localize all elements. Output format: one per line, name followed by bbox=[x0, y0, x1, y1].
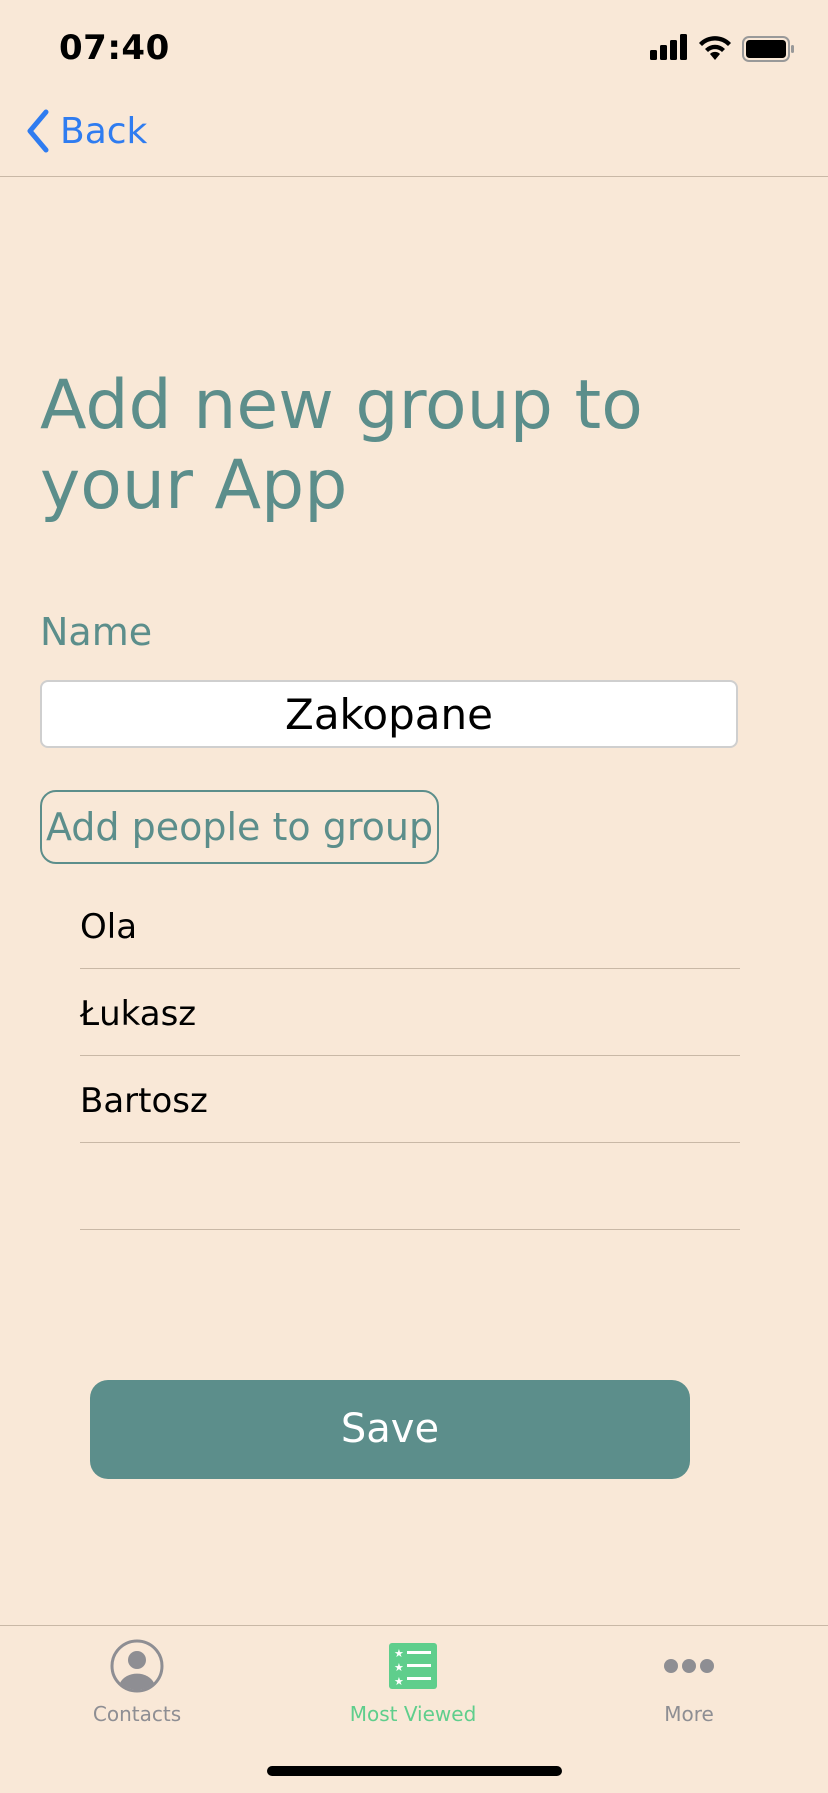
battery-icon bbox=[742, 36, 794, 62]
name-label: Name bbox=[40, 610, 153, 654]
list-item[interactable] bbox=[80, 1143, 740, 1230]
tab-label: More bbox=[664, 1702, 714, 1726]
tab-contacts[interactable]: Contacts bbox=[37, 1636, 237, 1726]
tab-label: Contacts bbox=[92, 1702, 182, 1726]
tab-most-viewed[interactable]: ★ ★ ★ Most Viewed bbox=[313, 1636, 513, 1726]
most-viewed-icon: ★ ★ ★ bbox=[389, 1643, 437, 1689]
page-title: Add new group to your App bbox=[40, 366, 643, 525]
wifi-icon bbox=[699, 36, 731, 60]
tab-more[interactable]: More bbox=[589, 1636, 789, 1726]
back-label: Back bbox=[60, 110, 148, 152]
back-button[interactable]: Back bbox=[24, 108, 147, 154]
signal-icon bbox=[650, 34, 687, 60]
svg-text:★: ★ bbox=[394, 1647, 404, 1660]
list-item[interactable]: Ola bbox=[80, 882, 740, 969]
svg-text:★: ★ bbox=[394, 1661, 404, 1674]
chevron-left-icon bbox=[27, 109, 49, 153]
list-item[interactable]: Łukasz bbox=[80, 969, 740, 1056]
save-button[interactable]: Save bbox=[90, 1380, 690, 1479]
list-item[interactable]: Bartosz bbox=[80, 1056, 740, 1143]
more-icon bbox=[664, 1659, 714, 1673]
home-indicator bbox=[267, 1766, 562, 1776]
people-list: Ola Łukasz Bartosz bbox=[80, 882, 740, 1230]
tab-label: Most Viewed bbox=[349, 1702, 477, 1726]
name-field[interactable] bbox=[40, 680, 738, 748]
svg-text:★: ★ bbox=[394, 1675, 404, 1688]
add-people-button[interactable]: Add people to group bbox=[40, 790, 439, 864]
contacts-icon bbox=[110, 1639, 164, 1693]
status-time: 07:40 bbox=[59, 28, 170, 68]
navigation-bar: Back bbox=[0, 96, 828, 177]
